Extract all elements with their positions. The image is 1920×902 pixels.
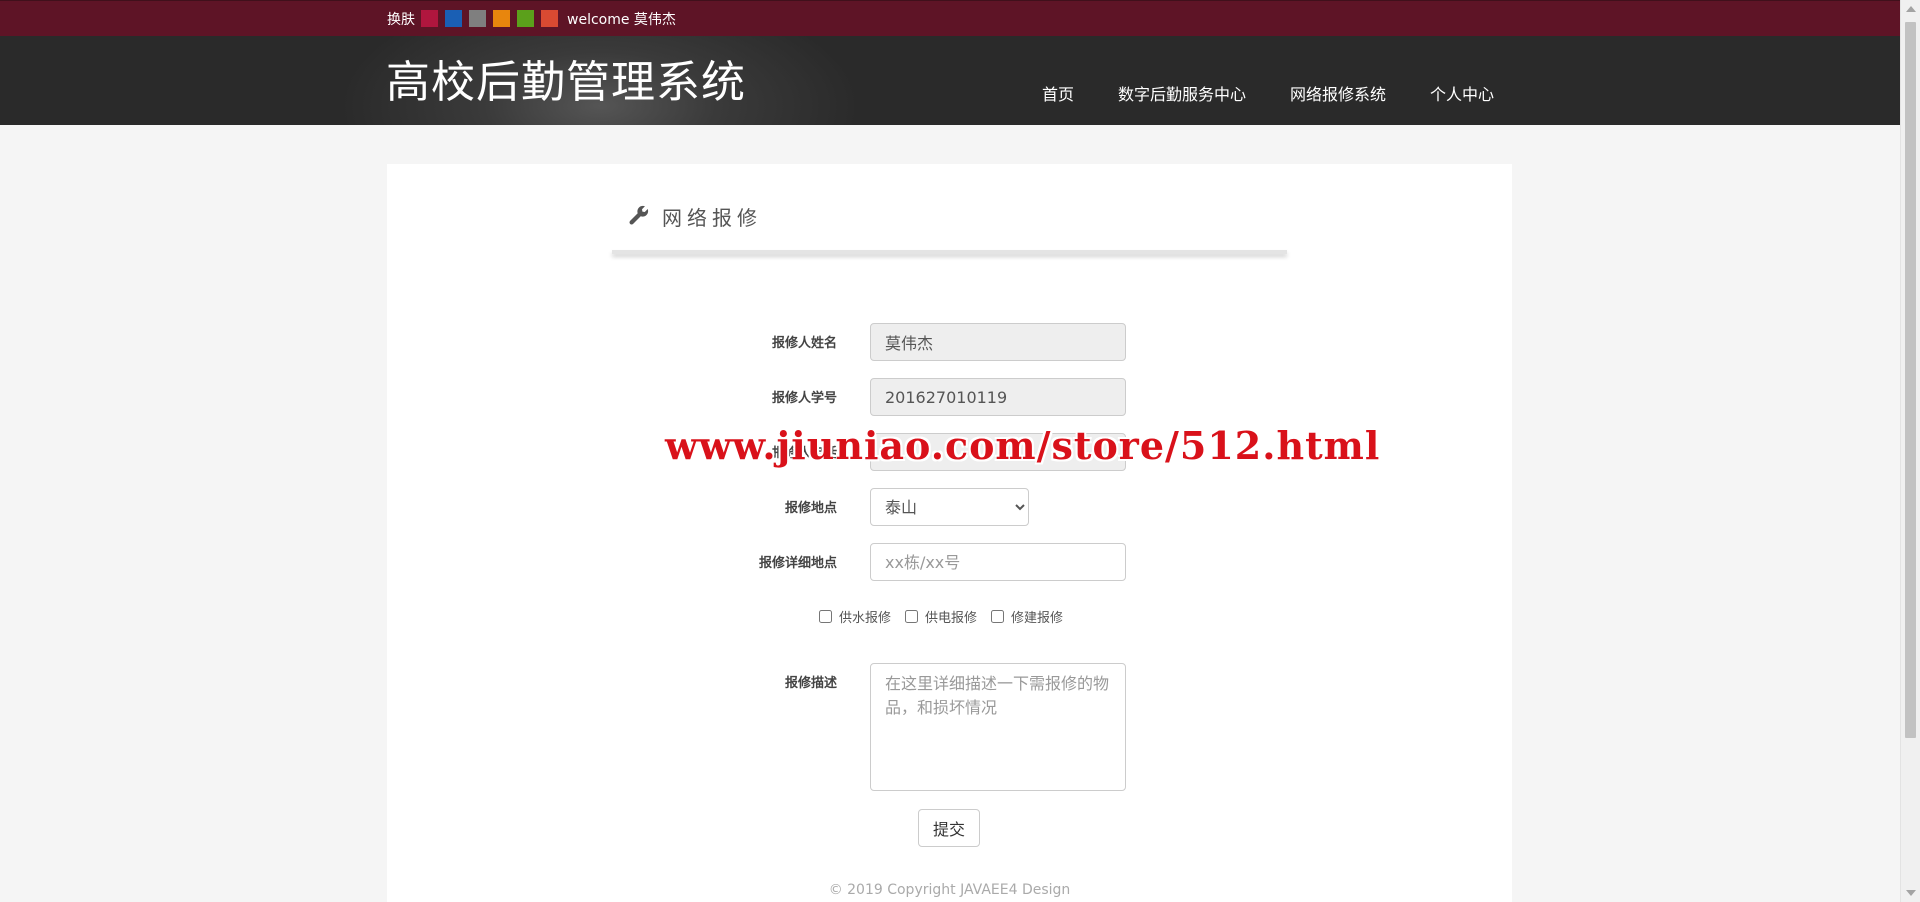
id-label: 报修人学号 (771, 391, 837, 406)
build-checkbox-label: 修建报修 (1011, 611, 1064, 626)
nav-digital-logistics[interactable]: 数字后勤服务中心 (1118, 81, 1246, 105)
detail-label: 报修详细地点 (758, 556, 837, 571)
check-build[interactable]: 修建报修 (991, 607, 1063, 626)
description-label: 报修描述 (784, 676, 837, 691)
welcome-text: welcome 莫伟杰 (567, 11, 676, 28)
build-checkbox[interactable] (991, 610, 1005, 623)
site-title: 高校后勤管理系统 (386, 57, 746, 108)
name-label: 报修人姓名 (771, 336, 837, 351)
skin-swatch-2[interactable] (445, 10, 462, 27)
power-checkbox-label: 供电报修 (925, 611, 978, 626)
scrollbar[interactable] (1900, 0, 1920, 902)
skin-swatch-1[interactable] (421, 10, 438, 27)
wrench-icon (629, 205, 649, 225)
skin-swatch-6[interactable] (541, 10, 558, 27)
submit-button[interactable]: 提交 (918, 809, 980, 847)
site-header: 高校后勤管理系统 首页 数字后勤服务中心 网络报修系统 个人中心 (0, 36, 1900, 125)
nav-home[interactable]: 首页 (1042, 81, 1074, 105)
detail-location-field[interactable] (870, 543, 1126, 581)
skin-bar: 换肤 welcome 莫伟杰 (0, 0, 1900, 36)
phone-label: 报修人电话 (771, 446, 837, 461)
check-power[interactable]: 供电报修 (905, 607, 977, 626)
check-water[interactable]: 供水报修 (819, 607, 891, 626)
phone-field[interactable] (870, 433, 1126, 471)
repair-type-checkboxes: 供水报修 供电报修 修建报修 (819, 607, 1077, 626)
skin-swatch-3[interactable] (469, 10, 486, 27)
scroll-up-arrow-icon[interactable] (1906, 6, 1916, 12)
copyright: © 2019 Copyright JAVAEE4 Design (828, 882, 1071, 898)
skin-swatch-5[interactable] (517, 10, 534, 27)
power-checkbox[interactable] (905, 610, 919, 623)
repair-form-card: 网络报修 报修人姓名 报修人学号 报修人电话 报修地点 泰山 报修详细地点 供水… (387, 164, 1512, 902)
skin-swatch-4[interactable] (493, 10, 510, 27)
name-field[interactable] (870, 323, 1126, 361)
scroll-thumb[interactable] (1905, 22, 1916, 738)
description-textarea[interactable] (870, 663, 1126, 791)
student-id-field[interactable] (870, 378, 1126, 416)
skin-label: 换肤 (387, 11, 415, 28)
scroll-down-arrow-icon[interactable] (1906, 890, 1916, 896)
location-label: 报修地点 (784, 501, 837, 516)
section-header: 网络报修 (612, 198, 1287, 248)
section-title: 网络报修 (662, 206, 762, 230)
skin-swatches (421, 10, 565, 27)
water-checkbox[interactable] (819, 610, 832, 623)
skin-bar-inner: 换肤 welcome 莫伟杰 (387, 1, 676, 36)
nav-repair-system[interactable]: 网络报修系统 (1290, 81, 1386, 105)
location-select[interactable]: 泰山 (870, 488, 1029, 526)
section-divider (612, 250, 1287, 254)
main-nav: 首页 数字后勤服务中心 网络报修系统 个人中心 (1042, 81, 1538, 105)
water-checkbox-label: 供水报修 (839, 611, 892, 626)
nav-personal-center[interactable]: 个人中心 (1430, 81, 1494, 105)
